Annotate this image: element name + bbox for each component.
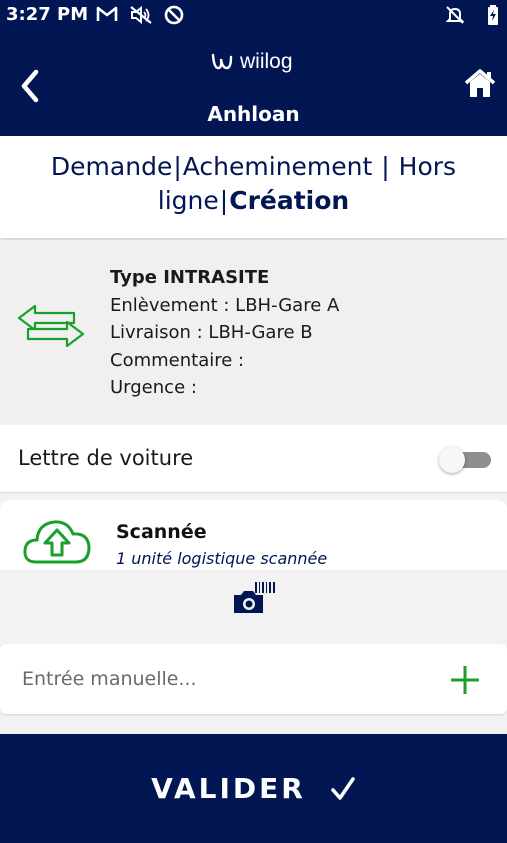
validate-label: VALIDER [151, 772, 306, 805]
status-bar: 3:27 PM [0, 0, 507, 30]
gmail-icon [96, 5, 118, 25]
mute-icon [129, 5, 153, 25]
urgency: Urgence : [110, 377, 197, 398]
comment: Commentaire : [110, 349, 245, 371]
plus-icon [451, 666, 479, 694]
wiilog-logo-icon [211, 53, 233, 70]
breadcrumb-panel: Demande|Acheminement | Hors ligne|Créati… [0, 136, 507, 238]
breadcrumb-separator: | [173, 152, 182, 181]
breadcrumb-creation: Création [229, 186, 350, 215]
toggle-knob [439, 447, 465, 473]
breadcrumb-acheminement: Acheminement [182, 152, 373, 181]
waybill-toggle[interactable] [439, 447, 493, 473]
back-button[interactable] [14, 66, 48, 106]
home-icon [464, 69, 496, 97]
cloud-upload-icon [22, 516, 92, 570]
logo-text: wiilog [240, 50, 293, 73]
dispatch-info: Type INTRASITE Enlèvement : LBH-Gare A L… [0, 240, 507, 425]
scan-barcode-button[interactable] [231, 580, 277, 616]
breadcrumb-separator: | [381, 152, 390, 181]
status-time: 3:27 PM [6, 4, 89, 25]
wiilog-logo: wiilog [210, 50, 293, 74]
home-button[interactable] [463, 68, 497, 100]
do-not-disturb-icon [164, 5, 184, 25]
camera-barcode-icon [234, 582, 275, 613]
transfer-arrows-icon [16, 304, 88, 352]
status-icons-right [445, 5, 499, 25]
waybill-row: Lettre de voiture [0, 425, 507, 493]
dispatch-type: Type INTRASITE [110, 267, 270, 288]
battery-charging-icon [487, 5, 499, 25]
chevron-left-icon [21, 69, 39, 103]
pickup-location: Enlèvement : LBH-Gare A [110, 294, 340, 316]
status-icons-left [96, 5, 184, 25]
validate-button[interactable]: VALIDER [0, 734, 507, 843]
scanned-card: Scannée 1 unité logistique scannée [0, 500, 507, 570]
waybill-label: Lettre de voiture [18, 446, 194, 470]
manual-entry-input[interactable] [22, 662, 422, 696]
checkmark-icon [331, 776, 355, 800]
breadcrumb-demande: Demande [50, 152, 173, 181]
app-header: wiilog Anhloan [0, 30, 507, 136]
breadcrumb-separator: | [219, 186, 229, 215]
notifications-off-icon [445, 5, 465, 25]
scanned-count: 1 unité logistique scannée [116, 549, 328, 568]
page-title: Anhloan [207, 102, 300, 126]
manual-entry-row [0, 644, 507, 714]
scanned-title: Scannée [116, 521, 207, 543]
delivery-location: Livraison : LBH-Gare B [110, 322, 313, 343]
dispatch-info-lines: Type INTRASITE Enlèvement : LBH-Gare A L… [110, 264, 339, 402]
breadcrumb: Demande|Acheminement | Hors ligne|Créati… [20, 150, 487, 218]
add-button[interactable] [449, 664, 481, 696]
